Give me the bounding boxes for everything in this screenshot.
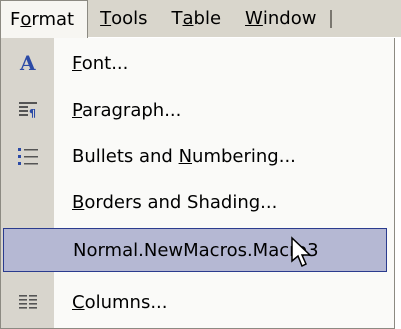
- bullets-post: umbering...: [192, 145, 296, 167]
- macro-pre: Normal.NewMacros.Macro3: [73, 239, 319, 261]
- menu-table[interactable]: Ta ble: [160, 0, 234, 37]
- menu-item-font[interactable]: A Font...: [1, 41, 394, 85]
- paragraph-icon: ¶: [1, 88, 54, 132]
- bullets-mnemonic: N: [178, 145, 193, 167]
- menu-tools-mnemonic: T: [100, 8, 112, 29]
- menu-format-pre: F: [10, 9, 21, 30]
- menu-item-macro3-label: Normal.NewMacros.Macro3: [55, 240, 319, 261]
- borders-icon-slot: [1, 180, 54, 224]
- bullets-icon: [1, 134, 54, 178]
- menu-item-borders-label: Borders and Shading...: [54, 192, 277, 213]
- menu-window-post: indow: [262, 8, 317, 29]
- menu-window-mnemonic: W: [245, 8, 263, 29]
- borders-post: orders and Shading...: [84, 191, 278, 213]
- menu-item-bullets-numbering[interactable]: Bullets and Numbering...: [1, 134, 394, 178]
- mouse-pointer-icon: [290, 236, 314, 274]
- columns-post: olumns...: [84, 291, 168, 313]
- paragraph-mnemonic: P: [72, 99, 83, 121]
- menu-bar: Fo rmat Tools Ta ble Window: [0, 0, 401, 38]
- menu-window[interactable]: Window: [233, 0, 328, 37]
- format-dropdown-menu: A Font... ¶ Paragraph... Bullets and Num…: [0, 38, 395, 329]
- menu-format-mnemonic: o: [20, 9, 32, 30]
- paragraph-post: aragraph...: [82, 99, 182, 121]
- bullets-pre: Bullets and: [72, 145, 179, 167]
- menu-item-bullets-label: Bullets and Numbering...: [54, 146, 296, 167]
- svg-text:A: A: [19, 52, 36, 74]
- menu-item-columns[interactable]: Columns...: [1, 280, 394, 324]
- menu-table-post: ble: [193, 8, 222, 29]
- font-post: ont...: [81, 52, 129, 74]
- menu-table-pre: T: [171, 8, 183, 29]
- menu-item-columns-label: Columns...: [54, 292, 168, 313]
- menu-tools[interactable]: Tools: [88, 0, 159, 37]
- menu-format-post: rmat: [31, 9, 75, 30]
- font-icon: A: [1, 41, 54, 85]
- columns-mnemonic: C: [72, 291, 85, 313]
- borders-mnemonic: B: [72, 191, 85, 213]
- columns-icon: [1, 280, 54, 324]
- menu-format[interactable]: Fo rmat: [0, 0, 89, 38]
- font-mnemonic: F: [72, 52, 82, 74]
- menu-bar-separator: [330, 9, 334, 28]
- menu-item-macro3[interactable]: Normal.NewMacros.Macro3: [3, 228, 387, 272]
- menu-item-paragraph-label: Paragraph...: [54, 100, 181, 121]
- menu-item-font-label: Font...: [54, 53, 128, 74]
- menu-item-paragraph[interactable]: ¶ Paragraph...: [1, 88, 394, 132]
- svg-text:¶: ¶: [29, 107, 36, 120]
- menu-item-borders-shading[interactable]: Borders and Shading...: [1, 180, 394, 224]
- menu-table-mnemonic: a: [182, 8, 194, 29]
- macro-icon-slot: [4, 228, 55, 272]
- menu-tools-post: ools: [111, 8, 148, 29]
